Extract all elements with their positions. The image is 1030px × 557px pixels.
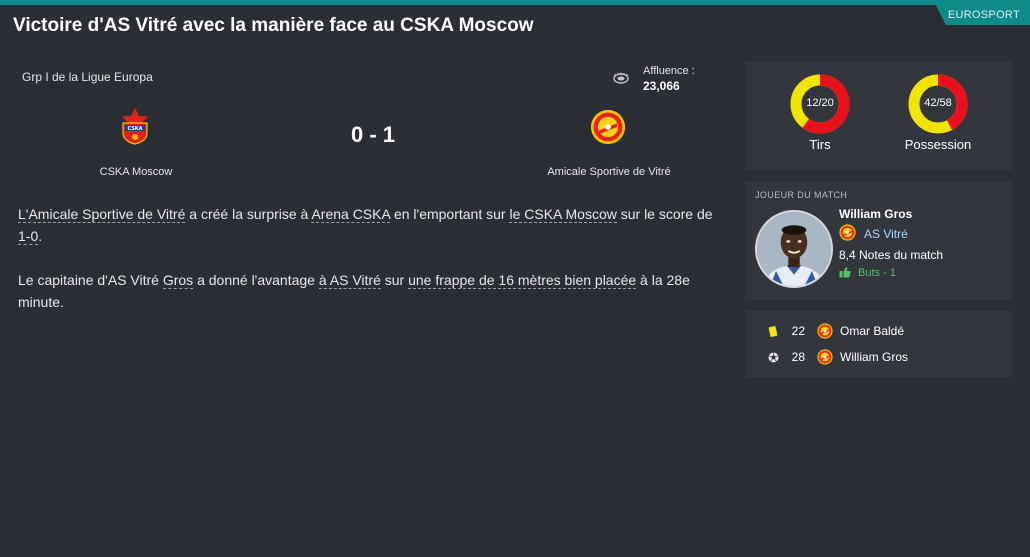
yellow-card-icon	[768, 326, 778, 337]
event-minute: 28	[791, 350, 805, 364]
top-accent-bar	[0, 0, 1030, 5]
attendance-label: Affluence :	[643, 65, 695, 77]
report-text: sur	[380, 272, 409, 288]
match-report: L'Amicale Sportive de Vitré a créé la su…	[18, 203, 728, 335]
link-player[interactable]: Gros	[162, 272, 194, 289]
vitre-crest-icon[interactable]	[590, 109, 626, 145]
match-events-panel: 22 Omar Baldé 28 William Gros	[745, 311, 1012, 377]
link-club[interactable]: à AS Vitré	[318, 272, 381, 289]
report-text: .	[38, 228, 43, 244]
home-team-name[interactable]: CSKA Moscow	[70, 166, 202, 178]
stadium-icon	[613, 72, 629, 84]
shots-value: 12/20	[806, 97, 834, 109]
motm-header: JOUEUR DU MATCH	[755, 190, 848, 200]
link-score[interactable]: 1-0	[18, 228, 39, 245]
possession-value: 42/58	[924, 97, 952, 109]
cska-crest-icon[interactable]: CSKA	[118, 107, 152, 145]
player-photo[interactable]	[755, 210, 833, 288]
report-text: sur le score de	[616, 206, 713, 222]
attendance-value: 23,066	[643, 79, 680, 93]
link-stadium[interactable]: Arena CSKA	[311, 206, 391, 223]
link-home-team[interactable]: le CSKA Moscow	[509, 206, 617, 223]
motm-goals: Buts - 1	[858, 267, 896, 279]
report-paragraph-2: Le capitaine d'AS Vitré Gros a donné l'a…	[18, 269, 728, 313]
svg-text:CSKA: CSKA	[127, 126, 142, 132]
event-minute: 22	[791, 324, 805, 338]
match-score: 0 - 1	[350, 122, 396, 147]
away-team-name[interactable]: Amicale Sportive de Vitré	[530, 166, 688, 178]
news-headline: Victoire d'AS Vitré avec la manière face…	[13, 15, 534, 36]
man-of-the-match-panel[interactable]: JOUEUR DU MATCH William Gros AS Vitré 8,…	[745, 181, 1012, 300]
vitre-crest-icon	[817, 349, 833, 365]
competition-name: Grp I de la Ligue Europa	[22, 70, 153, 84]
report-text: a créé la surprise à	[185, 206, 312, 222]
vitre-crest-icon	[817, 323, 833, 339]
report-text: en l'emportant sur	[390, 206, 510, 222]
event-row[interactable]: 22 Omar Baldé	[745, 319, 1012, 345]
event-row[interactable]: 28 William Gros	[745, 345, 1012, 371]
report-paragraph-1: L'Amicale Sportive de Vitré a créé la su…	[18, 203, 728, 247]
match-stats-panel: 12/20 Tirs 42/58 Possession	[745, 61, 1012, 170]
thumbs-up-icon	[839, 267, 851, 278]
shots-label: Tirs	[809, 137, 831, 152]
vitre-crest-icon[interactable]	[839, 224, 856, 241]
possession-label: Possession	[904, 137, 972, 152]
source-tab: EUROSPORT	[935, 5, 1030, 25]
motm-player-name[interactable]: William Gros	[839, 207, 912, 221]
motm-rating: 8,4 Notes du match	[839, 248, 944, 262]
ball-icon	[768, 352, 779, 363]
event-player[interactable]: Omar Baldé	[840, 324, 904, 338]
report-text: Le capitaine d'AS Vitré	[18, 272, 163, 288]
report-text: a donné l'avantage	[193, 272, 319, 288]
event-player[interactable]: William Gros	[840, 350, 908, 364]
link-away-team[interactable]: L'Amicale Sportive de Vitré	[18, 206, 186, 223]
link-goal-description[interactable]: une frappe de 16 mètres bien placée	[408, 272, 637, 289]
motm-club-link[interactable]: AS Vitré	[864, 227, 908, 241]
